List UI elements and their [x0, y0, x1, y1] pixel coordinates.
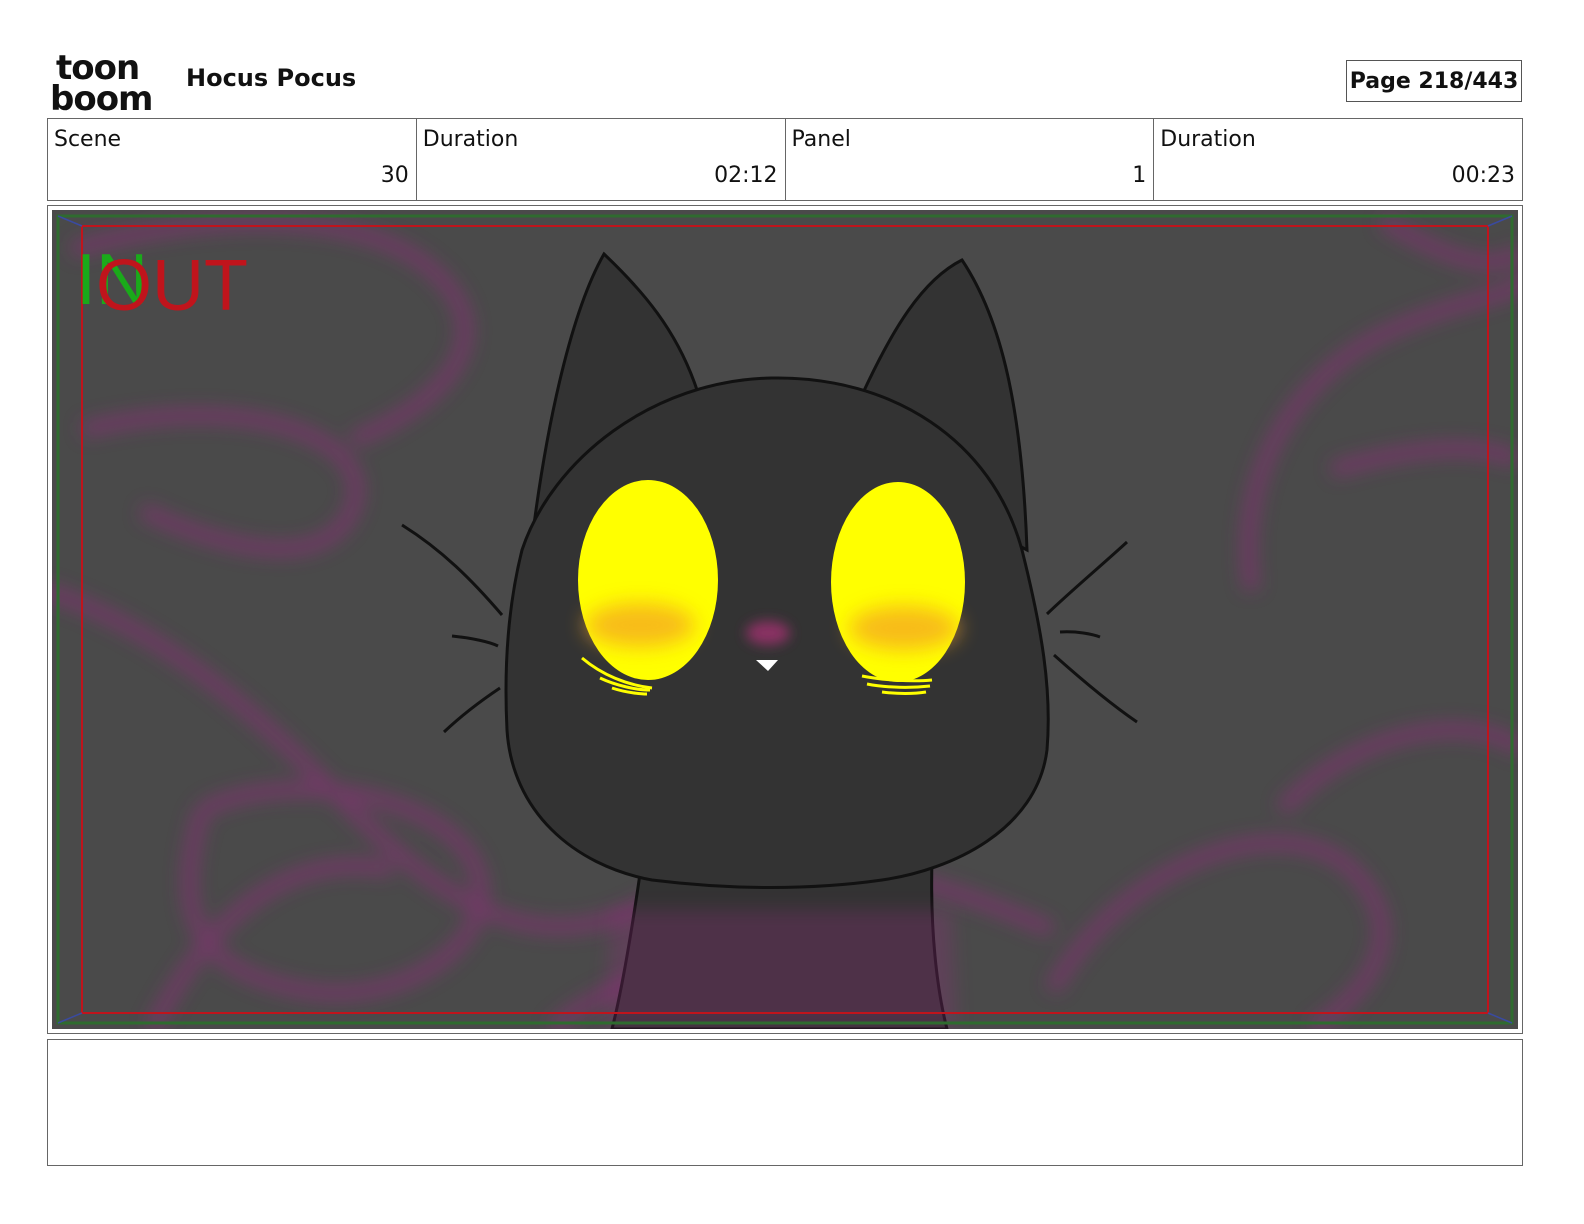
scene-duration-value: 02:12: [714, 163, 778, 188]
panel-duration-value: 00:23: [1451, 163, 1515, 188]
left-eye: [578, 480, 718, 680]
logo-text-bottom: boom: [50, 79, 152, 112]
scene-duration-cell: Duration 02:12: [417, 119, 786, 200]
page-indicator: Page 218/443: [1346, 60, 1522, 102]
panel-frame: IN OUT: [47, 205, 1523, 1034]
nose-glow: [746, 621, 790, 645]
panel-value: 1: [1132, 163, 1147, 188]
panel-artwork: IN OUT: [52, 210, 1518, 1029]
out-marker: OUT: [96, 246, 248, 326]
scene-label: Scene: [54, 127, 122, 152]
panel-duration-label: Duration: [1160, 127, 1256, 152]
right-eye: [831, 482, 965, 682]
panel-notes-box: [47, 1039, 1523, 1166]
panel-label: Panel: [791, 127, 851, 152]
scene-cell: Scene 30: [48, 119, 417, 200]
project-title: Hocus Pocus: [186, 64, 357, 92]
toon-boom-logo: toon boom: [50, 50, 153, 112]
scene-value: 30: [380, 163, 409, 188]
panel-info-table: Scene 30 Duration 02:12 Panel 1 Duration…: [47, 118, 1523, 201]
panel-duration-cell: Duration 00:23: [1154, 119, 1522, 200]
neck-glow: [602, 910, 957, 1029]
scene-duration-label: Duration: [422, 127, 519, 152]
panel-cell: Panel 1: [786, 119, 1155, 200]
